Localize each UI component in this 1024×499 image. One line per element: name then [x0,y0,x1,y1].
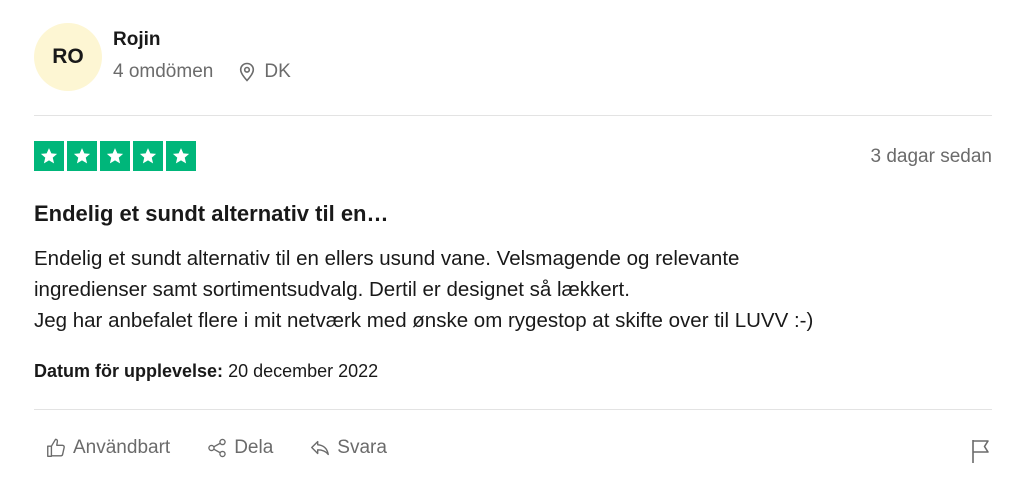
flag-icon [972,440,989,463]
avatar[interactable]: RO [34,23,102,91]
star-icon [133,141,163,171]
thumbs-up-icon [47,438,65,457]
divider [34,115,992,116]
location-pin-icon [240,62,255,82]
review-body-line: Endelig et sundt alternativ til en eller… [34,247,740,270]
review-body: Endelig et sundt alternativ til en eller… [34,243,1004,336]
star-icon [34,141,64,171]
review-body-line: ingredienser samt sortimentsudvalg. Dert… [34,278,630,301]
review-title[interactable]: Endelig et sundt alternativ til en… [34,201,389,227]
useful-label: Användbart [73,437,171,458]
experience-date: Datum för upplevelse: 20 december 2022 [34,361,378,382]
review-actions: Användbart Dela Svara [45,437,423,459]
reply-button[interactable]: Svara [309,437,387,459]
star-rating [34,141,196,171]
location-text: DK [264,61,291,82]
experience-label: Datum för upplevelse: [34,361,224,381]
review-date: 3 dagar sedan [870,146,993,167]
star-icon [100,141,130,171]
report-button[interactable] [970,438,992,469]
experience-date-value: 20 december 2022 [228,361,379,381]
reply-label: Svara [337,437,387,458]
divider [34,409,992,410]
share-icon [208,438,226,458]
review-body-line: Jeg har anbefalet flere i mit netværk me… [34,309,814,332]
reviewer-name[interactable]: Rojin [113,29,161,51]
reply-icon [311,440,330,456]
share-button[interactable]: Dela [206,437,273,459]
useful-button[interactable]: Användbart [45,437,170,459]
star-icon [166,141,196,171]
review-count: 4 omdömen [113,61,214,82]
reviewer-location: DK [238,61,291,83]
star-icon [67,141,97,171]
reviewer-meta: 4 omdömen DK [113,61,291,83]
share-label: Dela [234,437,274,458]
